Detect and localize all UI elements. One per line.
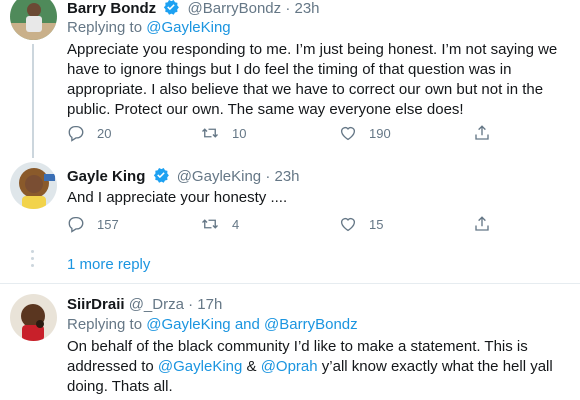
avatar-gayle-king[interactable] xyxy=(10,162,57,209)
tweet-header: SiirDraii @_Drza · 17h xyxy=(67,295,222,314)
handle[interactable]: @BarryBondz xyxy=(188,0,282,17)
like-button[interactable]: 190 xyxy=(339,124,391,142)
mention-link[interactable]: @BarryBondz xyxy=(264,316,358,333)
thread-dots xyxy=(31,250,34,271)
thread-line xyxy=(32,44,34,152)
reply-icon xyxy=(68,216,84,233)
timestamp[interactable]: 23h xyxy=(274,168,299,185)
separator: · xyxy=(188,296,194,313)
like-button[interactable]: 15 xyxy=(339,215,383,233)
retweet-icon xyxy=(202,219,218,229)
share-icon xyxy=(475,125,489,140)
tweet-text: On behalf of the black community I’d lik… xyxy=(67,337,572,397)
replying-to: Replying to @GayleKing and @BarryBondz xyxy=(67,315,358,335)
like-icon xyxy=(340,126,356,141)
retweet-icon xyxy=(202,128,218,138)
tweet-siirdraii[interactable]: SiirDraii @_Drza · 17h Replying to @Gayl… xyxy=(0,284,580,400)
share-button[interactable] xyxy=(473,215,503,233)
timestamp[interactable]: 17h xyxy=(197,296,222,313)
like-icon xyxy=(340,217,356,232)
tweet-text: And I appreciate your honesty .... xyxy=(67,189,288,206)
share-icon xyxy=(475,216,489,231)
reply-button[interactable]: 20 xyxy=(67,124,111,142)
retweet-count: 10 xyxy=(232,125,247,141)
reply-button[interactable]: 157 xyxy=(67,215,119,233)
reply-count: 20 xyxy=(97,125,112,141)
display-name[interactable]: Barry Bondz xyxy=(67,0,156,17)
tweet-barry-bondz[interactable]: Barry Bondz @BarryBondz · 23h Replying t… xyxy=(0,0,580,152)
replying-to: Replying to @GayleKing xyxy=(67,18,231,38)
verified-badge-icon xyxy=(152,166,170,189)
mention-link[interactable]: @GayleKing xyxy=(158,358,242,375)
mention-link[interactable]: @Oprah xyxy=(261,358,318,375)
replying-label: Replying to xyxy=(67,19,143,36)
like-count: 15 xyxy=(369,216,384,232)
tweet-gayle-king[interactable]: Gayle King @GayleKing · 23h And I apprec… xyxy=(0,152,580,244)
more-replies-link[interactable]: 1 more reply xyxy=(67,256,150,273)
like-count: 190 xyxy=(369,125,391,141)
tweet-actions: 157 4 15 xyxy=(67,215,572,239)
avatar-siirdraii[interactable] xyxy=(10,294,57,341)
separator: · xyxy=(265,168,271,185)
tweet-text-part: & xyxy=(242,358,261,375)
reply-count: 157 xyxy=(97,216,119,232)
reply-icon xyxy=(68,125,84,142)
avatar-barry-bondz[interactable] xyxy=(10,0,57,40)
tweet-actions: 20 10 190 xyxy=(67,124,572,148)
mention-link[interactable]: @GayleKing xyxy=(146,316,230,333)
tweet-header: Gayle King @GayleKing · 23h xyxy=(67,166,300,189)
mention-link[interactable]: @GayleKing xyxy=(146,19,230,36)
separator: · xyxy=(285,0,291,17)
timestamp[interactable]: 23h xyxy=(294,0,319,17)
replying-joiner: and xyxy=(234,316,260,333)
handle[interactable]: @_Drza xyxy=(129,296,184,313)
share-button[interactable] xyxy=(473,124,503,142)
replying-label: Replying to xyxy=(67,316,143,333)
tweet-text: Appreciate you responding to me. I’m jus… xyxy=(67,41,558,118)
retweet-button[interactable]: 4 xyxy=(200,215,239,233)
display-name[interactable]: SiirDraii xyxy=(67,296,125,313)
handle[interactable]: @GayleKing xyxy=(177,168,261,185)
retweet-button[interactable]: 10 xyxy=(200,124,246,142)
retweet-count: 4 xyxy=(232,216,240,232)
thread-line xyxy=(32,152,34,158)
display-name[interactable]: Gayle King xyxy=(67,168,145,185)
